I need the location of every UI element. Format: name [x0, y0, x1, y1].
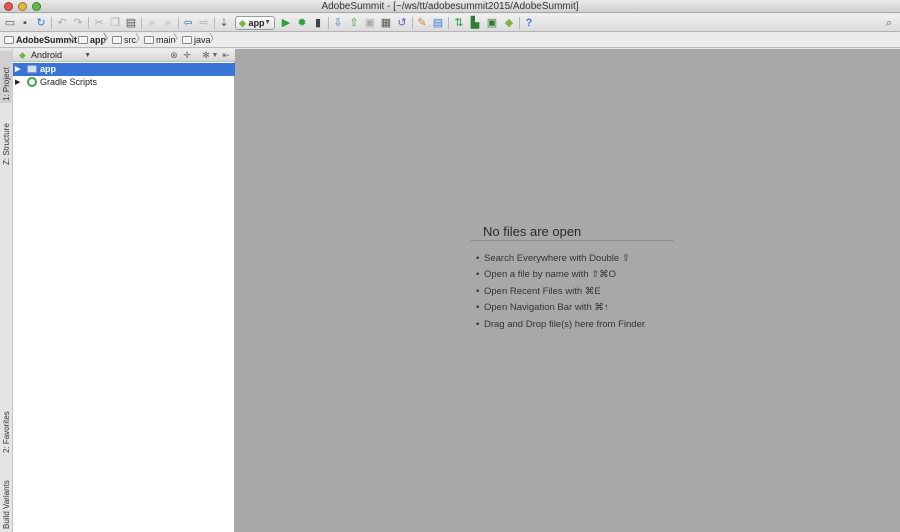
title-bar: AdobeSummit - [~/ws/tt/adobesummit2015/A… — [0, 0, 900, 13]
android-icon: ◆ — [19, 50, 26, 60]
folder-icon — [112, 36, 122, 44]
tab-build-variants[interactable]: Build Variants — [0, 465, 13, 531]
breadcrumb-item[interactable]: AdobeSummit 〉 — [2, 33, 80, 47]
run-icon[interactable]: ▶ — [279, 16, 293, 30]
monitor-icon[interactable]: ▣ — [485, 16, 499, 30]
chevron-down-icon: ▼ — [264, 19, 271, 26]
project-view-label: Android — [31, 50, 63, 60]
editor-hint: • Open Recent Files with ⌘E — [476, 286, 601, 297]
toolbar-separator — [448, 17, 449, 29]
expand-arrow-icon[interactable]: ▶ — [15, 63, 20, 76]
chevron-right-icon: 〉 — [209, 33, 220, 45]
editor-area: No files are open • Search Everywhere wit… — [235, 49, 900, 532]
breadcrumb: AdobeSummit 〉 app 〉 src 〉 main 〉 java 〉 — [0, 33, 900, 48]
gradle-icon — [27, 77, 37, 87]
tree-item-label: app — [40, 64, 57, 74]
zoom-window-button[interactable] — [32, 2, 41, 11]
tab-project[interactable]: 1: Project — [0, 51, 13, 103]
tab-structure[interactable]: Z: Structure — [0, 111, 13, 167]
breadcrumb-label: AdobeSummit — [16, 35, 78, 45]
folder-icon — [144, 36, 154, 44]
folder-icon — [4, 36, 14, 44]
back-icon[interactable]: ⇦ — [181, 16, 195, 30]
tree-item-label: Gradle Scripts — [40, 77, 98, 87]
sdk-manager-icon[interactable]: ▤ — [431, 16, 445, 30]
project-panel-header: ◆ Android ▼ ⊗ ✛ ✻ ▼ ⇤ — [13, 49, 235, 62]
expand-arrow-icon[interactable]: ▶ — [15, 76, 20, 89]
save-icon[interactable]: ▪ — [18, 16, 32, 30]
tab-label: 1: Project — [2, 67, 11, 101]
tab-favorites[interactable]: 2: Favorites — [0, 399, 13, 455]
chevron-down-icon: ▼ — [84, 52, 91, 59]
tab-label: Z: Structure — [2, 123, 11, 165]
cut-icon[interactable]: ✂ — [92, 16, 106, 30]
close-window-button[interactable] — [4, 2, 13, 11]
toolbar-separator — [214, 17, 215, 29]
editor-hint: • Open a file by name with ⇧⌘O — [476, 269, 617, 280]
tree-item-app[interactable]: ▶ app — [13, 63, 235, 76]
tool-window-strip: 1: Project Z: Structure 2: Favorites Bui… — [0, 49, 13, 532]
chevron-down-icon[interactable]: ▼ — [210, 50, 220, 61]
attach-icon[interactable]: ▮ — [311, 16, 325, 30]
folder-icon — [78, 36, 88, 44]
window-title: AdobeSummit - [~/ws/tt/adobesummit2015/A… — [321, 1, 579, 12]
forward-icon[interactable]: ⇨ — [197, 16, 211, 30]
module-folder-icon — [27, 65, 37, 73]
project-view-select[interactable]: ◆ Android ▼ — [17, 50, 91, 61]
breadcrumb-item[interactable]: src 〉 — [110, 33, 146, 47]
vcs-history-icon[interactable]: ▦ — [379, 16, 393, 30]
find-icon[interactable]: ⌕ — [145, 16, 159, 30]
folder-icon — [182, 36, 192, 44]
vcs-update-icon[interactable]: ⇩ — [331, 16, 345, 30]
main-toolbar: ▭ ▪ ↻ ↶ ↷ ✂ ❐ ▤ ⌕ ⌕ ⇦ ⇨ ⇣ ◆ app ▼ ▶ ✹ ▮ … — [0, 14, 900, 32]
debug-icon[interactable]: ✹ — [295, 16, 309, 30]
gradle-sync-icon[interactable]: ⇅ — [452, 16, 466, 30]
toolbar-separator — [519, 17, 520, 29]
editor-hint: • Open Navigation Bar with ⌘↑ — [476, 302, 609, 313]
sync-icon[interactable]: ↻ — [34, 16, 48, 30]
tab-label: Build Variants — [2, 480, 11, 529]
replace-icon[interactable]: ⌕ — [161, 16, 175, 30]
divider — [470, 240, 674, 241]
hide-panel-icon[interactable]: ⇤ — [221, 50, 231, 61]
vcs-compare-icon[interactable]: ▣ — [363, 16, 377, 30]
minimize-window-button[interactable] — [18, 2, 27, 11]
help-icon[interactable]: ? — [522, 16, 536, 30]
project-panel: ◆ Android ▼ ⊗ ✛ ✻ ▼ ⇤ ▶ app ▶ Gradle Scr… — [13, 49, 235, 532]
breadcrumb-item[interactable]: java 〉 — [180, 33, 220, 47]
run-configuration-label: app — [248, 18, 265, 28]
tab-label: 2: Favorites — [2, 411, 11, 453]
redo-icon[interactable]: ↷ — [71, 16, 85, 30]
breadcrumb-item[interactable]: main 〉 — [142, 33, 184, 47]
make-icon[interactable]: ⇣ — [217, 16, 231, 30]
empty-editor-title: No files are open — [483, 224, 582, 239]
paste-icon[interactable]: ▤ — [124, 16, 138, 30]
search-icon[interactable]: ⌕ — [882, 16, 896, 30]
toolbar-separator — [51, 17, 52, 29]
copy-icon[interactable]: ❐ — [108, 16, 122, 30]
open-icon[interactable]: ▭ — [3, 16, 17, 30]
vcs-revert-icon[interactable]: ↺ — [395, 16, 409, 30]
editor-hint: • Search Everywhere with Double ⇧ — [476, 253, 630, 264]
toolbar-separator — [88, 17, 89, 29]
breadcrumb-item[interactable]: app 〉 — [76, 33, 114, 47]
toolbar-separator — [141, 17, 142, 29]
toolbar-separator — [328, 17, 329, 29]
undo-icon[interactable]: ↶ — [55, 16, 69, 30]
tree-item-gradle-scripts[interactable]: ▶ Gradle Scripts — [13, 76, 235, 89]
android-icon[interactable]: ◆ — [502, 16, 516, 30]
editor-hint: • Drag and Drop file(s) here from Finder — [476, 319, 646, 330]
locate-icon[interactable]: ⊗ — [169, 50, 179, 61]
run-configuration-select[interactable]: ◆ app ▼ — [235, 16, 275, 30]
vcs-commit-icon[interactable]: ⇧ — [347, 16, 361, 30]
toolbar-separator — [178, 17, 179, 29]
android-icon: ◆ — [239, 18, 246, 28]
toolbar-separator — [412, 17, 413, 29]
avd-manager-icon[interactable]: ▙ — [468, 16, 482, 30]
project-structure-icon[interactable]: ✎ — [415, 16, 429, 30]
collapse-all-icon[interactable]: ✛ — [182, 50, 192, 61]
